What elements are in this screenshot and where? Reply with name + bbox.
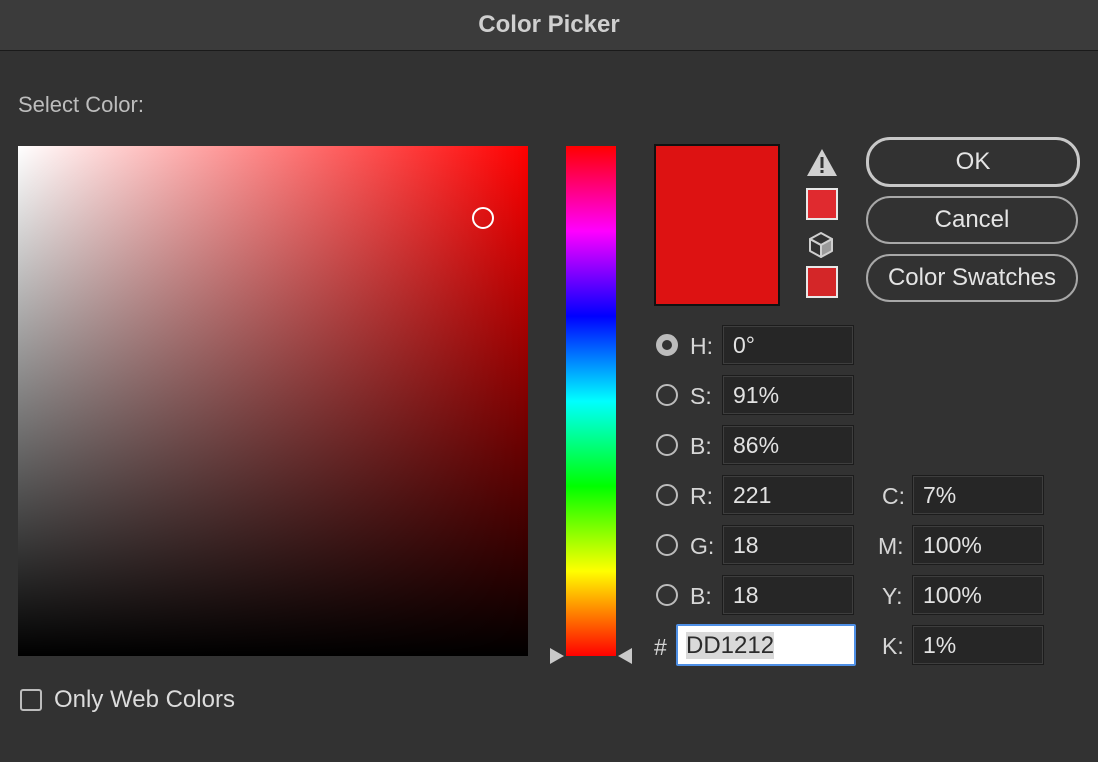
green-field[interactable]: 18 (722, 525, 854, 565)
hue-label: H: (690, 333, 713, 359)
hex-value: DD1212 (686, 632, 775, 659)
blue-label: B: (690, 583, 712, 609)
brightness-field[interactable]: 86% (722, 425, 854, 465)
color-preview (654, 144, 780, 306)
green-label: G: (690, 533, 715, 559)
cube-icon[interactable] (808, 231, 834, 259)
hue-slider-right-handle[interactable] (618, 648, 632, 664)
magenta-field[interactable]: 100% (912, 525, 1044, 565)
hue-radio[interactable] (656, 334, 678, 356)
warning-triangle-icon[interactable] (806, 148, 838, 178)
current-color-preview[interactable] (656, 225, 778, 304)
new-color-preview (656, 146, 778, 225)
red-field[interactable]: 221 (722, 475, 854, 515)
color-marker[interactable] (472, 207, 495, 230)
title-bar: Color Picker (0, 0, 1098, 51)
only-web-colors-label: Only Web Colors (54, 686, 235, 713)
cyan-label: C: (882, 483, 905, 509)
blue-field[interactable]: 18 (722, 575, 854, 615)
yellow-field[interactable]: 100% (912, 575, 1044, 615)
hex-field[interactable]: DD1212 (676, 624, 856, 666)
blue-radio[interactable] (656, 584, 678, 606)
black-field[interactable]: 1% (912, 625, 1044, 665)
saturation-radio[interactable] (656, 384, 678, 406)
brightness-label: B: (690, 433, 712, 459)
hex-label: # (654, 634, 667, 660)
cancel-button[interactable]: Cancel (866, 196, 1078, 244)
magenta-label: M: (878, 533, 904, 559)
color-swatches-button[interactable]: Color Swatches (866, 254, 1078, 302)
hue-slider-left-handle[interactable] (550, 648, 564, 664)
black-label: K: (882, 633, 904, 659)
saturation-label: S: (690, 383, 712, 409)
yellow-label: Y: (882, 583, 903, 609)
saturation-field[interactable]: 91% (722, 375, 854, 415)
out-of-gamut-swatch[interactable] (806, 188, 838, 220)
red-label: R: (690, 483, 713, 509)
ok-button[interactable]: OK (866, 137, 1080, 187)
hue-field[interactable]: 0° (722, 325, 854, 365)
red-radio[interactable] (656, 484, 678, 506)
brightness-radio[interactable] (656, 434, 678, 456)
saturation-brightness-field[interactable] (18, 146, 528, 656)
only-web-colors-checkbox[interactable] (20, 689, 42, 711)
green-radio[interactable] (656, 534, 678, 556)
hue-slider[interactable] (566, 146, 616, 656)
dialog-title: Color Picker (478, 11, 620, 38)
cyan-field[interactable]: 7% (912, 475, 1044, 515)
select-color-label: Select Color: (18, 92, 144, 117)
web-safe-swatch[interactable] (806, 266, 838, 298)
color-picker-dialog: Color Picker Select Color: OK Cancel Col… (0, 0, 1098, 762)
